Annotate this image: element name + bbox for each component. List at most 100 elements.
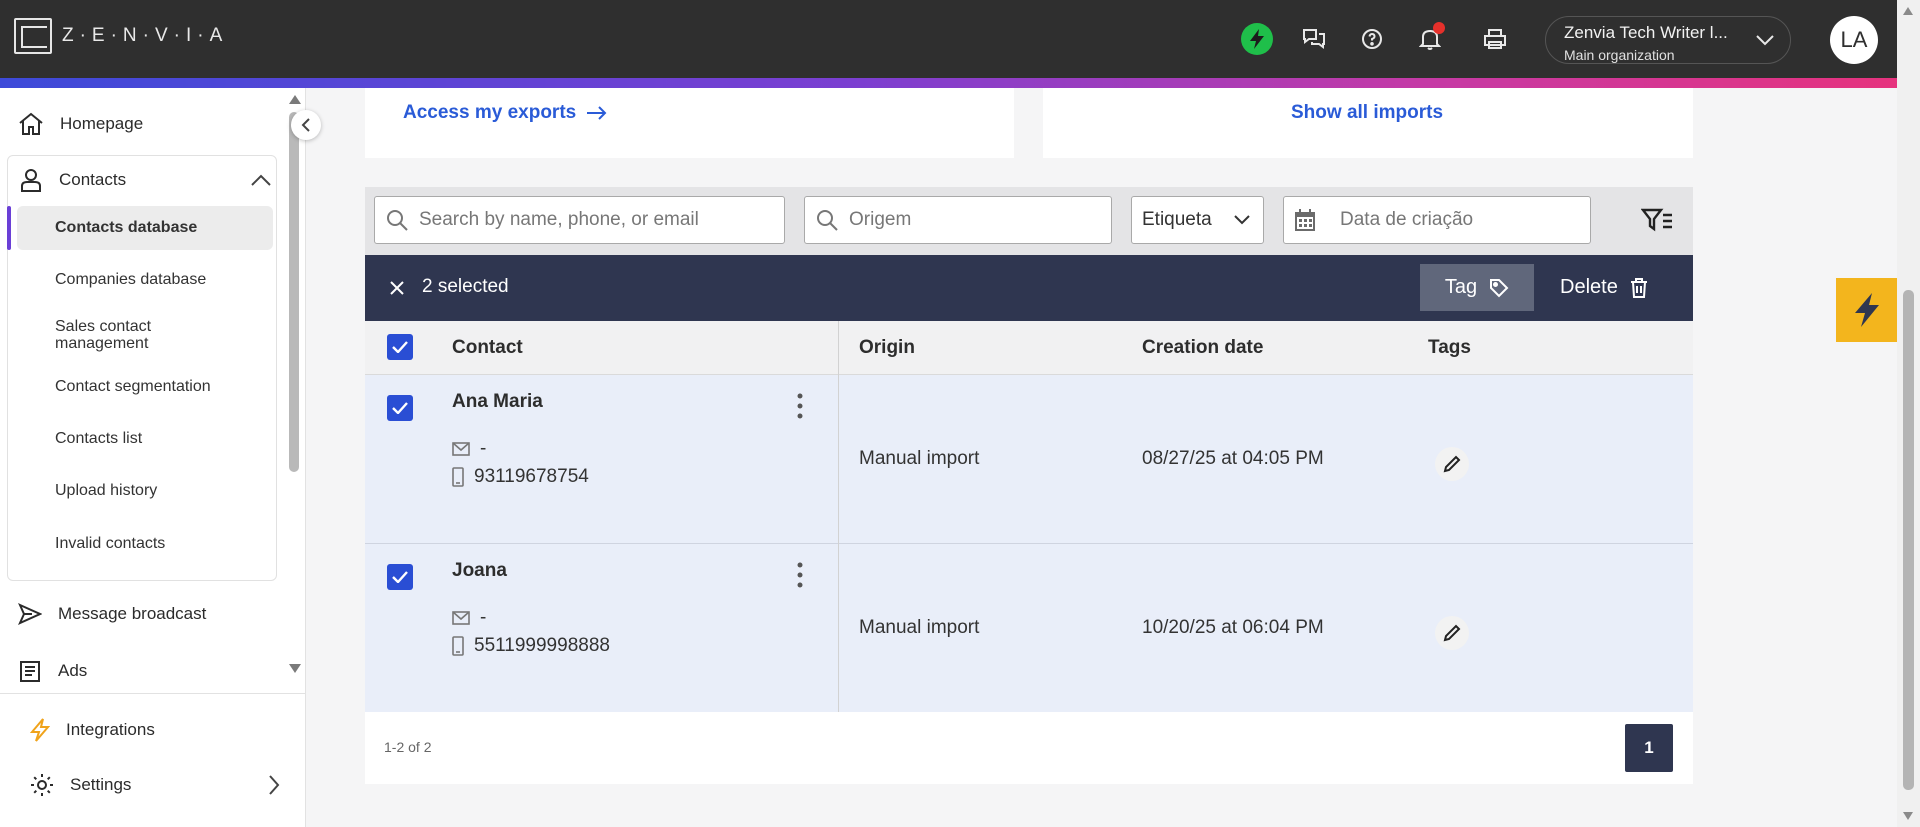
organization-name: Zenvia Tech Writer l...	[1564, 23, 1728, 42]
send-icon	[18, 603, 42, 625]
floating-lightning-button[interactable]	[1836, 278, 1897, 342]
origin-filter-input[interactable]: Origem	[804, 196, 1112, 244]
contact-email-line: -	[452, 438, 486, 460]
sidebar-item-contact-segmentation[interactable]: Contact segmentation	[55, 378, 211, 395]
tag-icon	[1490, 278, 1509, 297]
sidebar-scroll-down-icon[interactable]	[288, 663, 302, 675]
chevron-left-icon	[301, 118, 310, 132]
table-row[interactable]: Joana - 5511999998888 Manual import 10/2…	[365, 544, 1693, 713]
access-exports-link[interactable]: Access my exports	[403, 102, 608, 124]
sidebar-item-contacts-list[interactable]: Contacts list	[55, 430, 142, 447]
sidebar-item-homepage[interactable]: Homepage	[18, 112, 143, 136]
printer-button[interactable]	[1478, 22, 1512, 56]
delete-button-label: Delete	[1560, 276, 1618, 298]
chevron-down-icon	[1234, 215, 1250, 225]
table-header: Contact Origin Creation date Tags	[365, 321, 1693, 375]
check-icon	[392, 402, 408, 414]
contact-phone-line: 5511999998888	[452, 635, 610, 657]
row-checkbox[interactable]	[387, 395, 413, 421]
selection-bar: 2 selected Tag Delete	[365, 255, 1693, 321]
advanced-filter-button[interactable]	[1640, 207, 1673, 238]
column-divider	[838, 321, 839, 712]
table-row[interactable]: Ana Maria - 93119678754 Manual import 08…	[365, 375, 1693, 544]
edit-tags-button[interactable]	[1435, 447, 1469, 481]
sidebar-item-integrations[interactable]: Integrations	[30, 718, 155, 742]
scroll-up-icon[interactable]	[1902, 6, 1914, 16]
chevron-up-icon	[251, 174, 271, 186]
sidebar-item-label: Contacts	[59, 170, 127, 189]
sidebar-item-upload-history[interactable]: Upload history	[55, 482, 157, 499]
gear-icon	[31, 774, 53, 796]
column-header-origin[interactable]: Origin	[859, 337, 915, 359]
zenvia-logo[interactable]: Z·E·N·V·I·A	[14, 18, 228, 54]
tag-button-label: Tag	[1444, 276, 1478, 298]
calendar-icon	[1295, 209, 1315, 231]
sidebar-scrollbar-thumb[interactable]	[289, 112, 299, 472]
more-options-icon[interactable]	[797, 562, 803, 588]
tag-filter-select[interactable]: Etiqueta	[1131, 196, 1264, 244]
page-button-1[interactable]: 1	[1625, 724, 1673, 772]
sidebar-item-contacts[interactable]: Contacts	[19, 168, 271, 192]
sidebar-item-ads[interactable]: Ads	[18, 659, 87, 683]
help-button[interactable]	[1355, 22, 1389, 56]
search-icon	[817, 210, 838, 231]
search-input[interactable]: Search by name, phone, or email	[374, 196, 785, 244]
contact-origin: Manual import	[859, 448, 980, 469]
tag-select-value: Etiqueta	[1142, 209, 1212, 230]
sidebar-item-sales-contact-management[interactable]: Sales contact management	[55, 318, 195, 352]
notification-badge	[1433, 22, 1445, 34]
more-options-icon[interactable]	[797, 393, 803, 419]
sidebar-item-invalid-contacts[interactable]: Invalid contacts	[55, 535, 165, 552]
sidebar-item-companies-database[interactable]: Companies database	[55, 271, 206, 288]
pagination-bar: 1-2 of 2 1	[365, 712, 1693, 784]
row-checkbox[interactable]	[387, 564, 413, 590]
creation-date-filter[interactable]: Data de criação	[1283, 196, 1591, 244]
chat-button[interactable]	[1297, 22, 1331, 56]
show-all-imports-link[interactable]: Show all imports	[1291, 102, 1443, 124]
lightning-icon	[1854, 293, 1879, 327]
access-exports-label: Access my exports	[403, 102, 577, 123]
lightning-icon	[1241, 23, 1273, 55]
tag-button[interactable]: Tag	[1420, 264, 1534, 311]
edit-tags-button[interactable]	[1435, 616, 1469, 650]
sidebar-item-label: Ads	[58, 661, 88, 680]
page-scrollbar[interactable]	[1897, 0, 1920, 827]
printer-icon	[1484, 29, 1506, 49]
clear-selection-icon[interactable]	[390, 281, 404, 295]
pencil-icon	[1443, 624, 1461, 642]
sidebar-scroll-up-icon[interactable]	[288, 93, 302, 105]
contact-phone: 93119678754	[474, 466, 589, 487]
column-header-creation-date[interactable]: Creation date	[1142, 337, 1263, 359]
contact-name[interactable]: Joana	[452, 560, 507, 582]
contact-email-line: -	[452, 607, 486, 629]
contact-name[interactable]: Ana Maria	[452, 391, 543, 413]
contacts-group: Contacts Contacts database Companies dat…	[7, 155, 277, 581]
contact-phone: 5511999998888	[474, 635, 610, 656]
sidebar-item-label: Message broadcast	[58, 604, 207, 623]
notifications-button[interactable]	[1413, 22, 1447, 56]
mail-icon	[452, 611, 470, 625]
sidebar-item-label: Integrations	[66, 720, 155, 739]
sidebar-item-message-broadcast[interactable]: Message broadcast	[18, 603, 206, 625]
sidebar-collapse-button[interactable]	[291, 110, 321, 140]
chevron-down-icon	[1756, 35, 1774, 46]
delete-button[interactable]: Delete	[1560, 264, 1648, 311]
organization-selector[interactable]: Zenvia Tech Writer l... Main organizatio…	[1545, 16, 1791, 64]
sidebar-item-contacts-database[interactable]: Contacts database	[55, 219, 197, 236]
column-header-contact[interactable]: Contact	[452, 337, 523, 359]
select-all-checkbox[interactable]	[387, 334, 413, 360]
column-header-tags[interactable]: Tags	[1428, 337, 1471, 359]
contact-creation-date: 10/20/25 at 06:04 PM	[1142, 617, 1324, 638]
sidebar-item-label: Settings	[70, 775, 132, 794]
chevron-right-icon	[269, 775, 280, 795]
lightning-status-button[interactable]	[1240, 22, 1274, 56]
contact-email: -	[480, 607, 487, 628]
scroll-down-icon[interactable]	[1902, 811, 1914, 821]
sidebar: Homepage Contacts Contacts database Comp…	[0, 88, 321, 827]
page-scrollbar-thumb[interactable]	[1903, 290, 1914, 790]
home-icon	[19, 112, 43, 135]
user-avatar[interactable]: LA	[1830, 16, 1878, 64]
search-icon	[387, 210, 408, 231]
sidebar-item-settings[interactable]: Settings	[30, 773, 280, 797]
selected-count: 2 selected	[422, 276, 509, 297]
